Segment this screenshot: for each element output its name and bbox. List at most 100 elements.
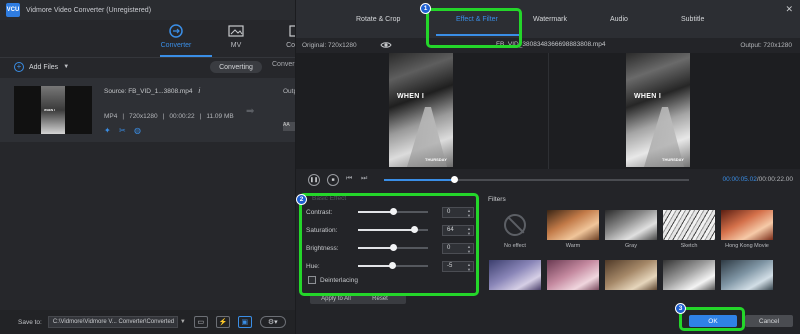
- filter-thumb: [721, 260, 773, 290]
- tab-watermark[interactable]: Watermark: [533, 16, 567, 23]
- filter-row2-1[interactable]: [489, 260, 541, 290]
- settings-gear-icon[interactable]: ⚙▾: [259, 316, 286, 328]
- file-meta: MP4 | 720x1280 | 00:00:22 | 11.09 MB: [104, 113, 234, 120]
- thumbnail-caption: WHEN I: [44, 108, 55, 112]
- filter-row2-3[interactable]: [605, 260, 657, 290]
- tab-converting[interactable]: Converting: [210, 61, 262, 73]
- palette-icon[interactable]: ◍: [134, 126, 143, 135]
- step-marker-1: 1: [420, 3, 431, 14]
- filter-thumb: [663, 210, 715, 240]
- save-path-select[interactable]: C:\Vidmore\Vidmore V... Converter\Conver…: [47, 316, 178, 328]
- time-total: /00:00:22.00: [756, 176, 793, 183]
- timeline-slider[interactable]: [384, 176, 689, 183]
- original-caption: WHEN I: [397, 93, 425, 100]
- info-icon[interactable]: i: [199, 88, 201, 95]
- plus-icon: +: [14, 62, 24, 72]
- output-resolution: Output: 720x1280: [740, 42, 792, 49]
- filter-sketch[interactable]: Sketch: [663, 210, 715, 249]
- file-size: 11.09 MB: [206, 113, 234, 120]
- converter-icon: [168, 24, 184, 38]
- chevron-down-icon[interactable]: ▼: [63, 64, 69, 70]
- filter-hong-kong-movie[interactable]: Hong Kong Movie: [721, 210, 773, 249]
- filter-name: No effect: [504, 243, 526, 249]
- filter-thumb: [489, 210, 541, 240]
- filter-warm[interactable]: Warm: [547, 210, 599, 249]
- chevron-down-icon[interactable]: ▼: [180, 319, 186, 325]
- file-source-name: Source: FB_VID_1...3808.mp4: [104, 88, 193, 95]
- screen: VCU Vidmore Video Converter (Unregistere…: [0, 0, 800, 334]
- filter-thumb: [605, 210, 657, 240]
- dialog-tabs: Rotate & Crop Effect & Filter Watermark …: [296, 0, 800, 38]
- preview-area: WHEN I THURSDAY WHEN I THURSDAY: [296, 53, 800, 169]
- file-list-item[interactable]: WHEN I Source: FB_VID_1...3808.mp4 i MP4…: [0, 78, 297, 142]
- gpu-icon[interactable]: ▣: [237, 316, 252, 328]
- timecode: 00:00:05.02/00:00:22.00: [723, 176, 794, 183]
- file-format: MP4: [104, 113, 118, 120]
- step-marker-3: 3: [675, 303, 686, 314]
- main-window: VCU Vidmore Video Converter (Unregistere…: [0, 0, 306, 334]
- speed-icon[interactable]: ⚡: [215, 316, 230, 328]
- eye-icon[interactable]: [380, 40, 392, 50]
- file-sep-2: |: [162, 113, 165, 120]
- save-path-value: C:\Vidmore\Vidmore V... Converter\Conver…: [52, 319, 175, 325]
- save-to-label: Save to:: [18, 318, 42, 326]
- cancel-button[interactable]: Cancel: [745, 315, 793, 327]
- filter-thumb: [605, 260, 657, 290]
- output-preview: WHEN I THURSDAY: [626, 53, 690, 167]
- tab-subtitle[interactable]: Subtitle: [681, 16, 704, 23]
- filter-name: Hong Kong Movie: [725, 243, 769, 249]
- prev-frame-icon[interactable]: ⏮: [346, 175, 352, 183]
- file-source: Source: FB_VID_1...3808.mp4 i: [104, 88, 200, 95]
- add-files-button[interactable]: + Add Files ▼: [14, 62, 69, 72]
- nav-converter-label: Converter: [160, 42, 192, 49]
- file-sep-3: |: [199, 113, 202, 120]
- highlight-effect-filter-tab: [426, 8, 522, 48]
- app-title: Vidmore Video Converter (Unregistered): [26, 6, 152, 14]
- filter-gray[interactable]: Gray: [605, 210, 657, 249]
- filter-name: Warm: [565, 243, 581, 249]
- nav-converter[interactable]: Converter: [150, 24, 202, 49]
- preview-divider: [548, 53, 549, 169]
- tab-converted[interactable]: Conver: [272, 61, 295, 68]
- timeline-handle[interactable]: [451, 176, 459, 183]
- filter-no-effect[interactable]: No effect: [489, 210, 541, 249]
- highlight-basic-effect: [299, 193, 479, 296]
- filter-thumb: [547, 260, 599, 290]
- pause-icon[interactable]: ❚❚: [308, 174, 320, 186]
- filters-label: Filters: [488, 196, 506, 203]
- filter-row2-4[interactable]: [663, 260, 715, 290]
- filter-row2-5[interactable]: [721, 260, 773, 290]
- arrow-right-icon: ➡: [246, 106, 255, 117]
- step-marker-2: 2: [296, 194, 307, 205]
- cut-icon[interactable]: ✂: [119, 126, 128, 135]
- app-logo: VCU: [6, 3, 20, 17]
- original-subcaption: THURSDAY: [425, 157, 447, 162]
- converter-toolbar: + Add Files ▼ Converting Conver: [0, 57, 295, 75]
- filter-thumb: [663, 260, 715, 290]
- filter-thumb: [721, 210, 773, 240]
- file-duration: 00:00:22: [169, 113, 195, 120]
- nav-mv[interactable]: MV: [210, 24, 262, 49]
- bottom-bar: Save to: C:\Vidmore\Vidmore V... Convert…: [0, 310, 295, 334]
- no-effect-icon: [504, 214, 526, 236]
- file-sep-1: |: [122, 113, 125, 120]
- playback-controls: ❚❚ ■ ⏮ ⏭ 00:00:05.02/00:00:22.00: [296, 170, 800, 190]
- folder-icon[interactable]: ▭: [193, 316, 208, 328]
- filter-name: Gray: [625, 243, 637, 249]
- filter-thumb: [489, 260, 541, 290]
- highlight-ok-button: [679, 307, 745, 331]
- tab-rotate-crop[interactable]: Rotate & Crop: [356, 16, 400, 23]
- filter-row2-2[interactable]: [547, 260, 599, 290]
- title-bar: VCU Vidmore Video Converter (Unregistere…: [0, 0, 295, 20]
- add-files-label: Add Files: [29, 63, 59, 71]
- effect-filter-dialog: Rotate & Crop Effect & Filter Watermark …: [295, 0, 800, 334]
- timeline-progress: [384, 179, 455, 181]
- original-preview: WHEN I THURSDAY: [389, 53, 453, 167]
- tab-audio[interactable]: Audio: [610, 16, 628, 23]
- next-frame-icon[interactable]: ⏭: [361, 175, 367, 183]
- video-thumbnail: WHEN I: [14, 86, 92, 134]
- stop-icon[interactable]: ■: [327, 174, 339, 186]
- close-icon[interactable]: ✕: [785, 4, 793, 15]
- enhance-icon[interactable]: ✦: [104, 126, 113, 135]
- output-caption: WHEN I: [634, 93, 662, 100]
